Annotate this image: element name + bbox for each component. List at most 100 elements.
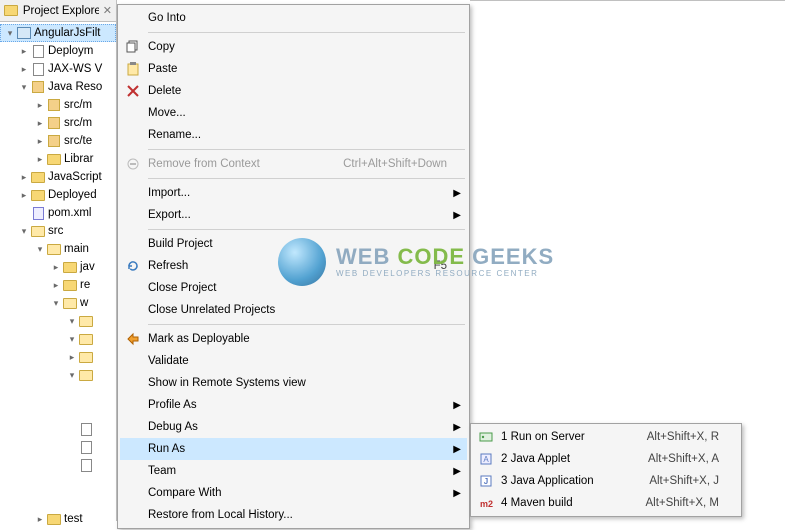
- tree-item[interactable]: ▸re: [0, 276, 116, 294]
- tree-item[interactable]: [0, 474, 116, 492]
- menu-item[interactable]: Compare With▶: [120, 482, 467, 504]
- menu-item[interactable]: Close Project: [120, 277, 467, 299]
- expand-icon[interactable]: ▸: [22, 65, 27, 74]
- tree-item[interactable]: ▸jav: [0, 258, 116, 276]
- expand-icon[interactable]: ▾: [22, 83, 27, 92]
- menu-icon: [120, 504, 146, 526]
- tree-item[interactable]: ▸JAX-WS V: [0, 60, 116, 78]
- menu-icon: [120, 7, 146, 29]
- tree-item[interactable]: pom.xml: [0, 204, 116, 222]
- menu-item[interactable]: Export...▶: [120, 204, 467, 226]
- tree-label: pom.xml: [48, 207, 91, 219]
- expand-icon[interactable]: ▸: [38, 137, 43, 146]
- applet-icon: A: [473, 448, 499, 470]
- submenu-item[interactable]: 1 Run on ServerAlt+Shift+X, R: [473, 426, 739, 448]
- tree-label: Deployed: [48, 189, 97, 201]
- submenu-label: 4 Maven build: [499, 497, 645, 509]
- menu-item[interactable]: Go Into: [120, 7, 467, 29]
- tree-label: Librar: [64, 153, 93, 165]
- tree-item[interactable]: ▸test: [0, 510, 116, 528]
- tree-node-icon: [78, 349, 94, 365]
- tree-item[interactable]: ▸ Deployed: [0, 186, 116, 204]
- expand-icon[interactable]: ▾: [70, 317, 75, 326]
- menu-item[interactable]: Rename...: [120, 124, 467, 146]
- copy-icon: [120, 36, 146, 58]
- tree-item[interactable]: ▸src/te: [0, 132, 116, 150]
- menu-item[interactable]: Run As▶: [120, 438, 467, 460]
- menu-icon: [120, 277, 146, 299]
- expand-icon[interactable]: ▾: [38, 245, 43, 254]
- tree-node-icon: [30, 169, 46, 185]
- project-explorer-tab[interactable]: Project Explorer ✕: [0, 0, 116, 22]
- tree-item[interactable]: ▸Deploym: [0, 42, 116, 60]
- menu-item[interactable]: Mark as Deployable: [120, 328, 467, 350]
- menu-icon: [120, 102, 146, 124]
- tree-item[interactable]: ▸ Librar: [0, 150, 116, 168]
- tree-label: w: [80, 297, 88, 309]
- tree-item[interactable]: ▾src: [0, 222, 116, 240]
- tree-item[interactable]: ▸: [0, 348, 116, 366]
- tree-node-icon: [78, 421, 94, 437]
- submenu-item[interactable]: m24 Maven buildAlt+Shift+X, M: [473, 492, 739, 514]
- menu-label: Run As: [146, 443, 467, 455]
- expand-icon[interactable]: ▾: [54, 299, 59, 308]
- menu-item[interactable]: Move...: [120, 102, 467, 124]
- menu-item[interactable]: Team▶: [120, 460, 467, 482]
- menu-item[interactable]: Build Project: [120, 233, 467, 255]
- tree-item[interactable]: [0, 384, 116, 402]
- tree-node-icon: [78, 493, 94, 509]
- menu-item[interactable]: Paste: [120, 58, 467, 80]
- tree-item[interactable]: [0, 492, 116, 510]
- tree-item[interactable]: [0, 402, 116, 420]
- expand-icon[interactable]: ▸: [38, 155, 43, 164]
- tree-item[interactable]: [0, 456, 116, 474]
- tree-item[interactable]: ▸src/m: [0, 96, 116, 114]
- expand-icon[interactable]: ▸: [22, 47, 27, 56]
- tree-item[interactable]: ▾Java Reso: [0, 78, 116, 96]
- expand-icon[interactable]: ▸: [54, 281, 59, 290]
- expand-icon[interactable]: ▾: [70, 335, 75, 344]
- submenu-accelerator: Alt+Shift+X, R: [647, 431, 739, 443]
- menu-item[interactable]: Close Unrelated Projects: [120, 299, 467, 321]
- tree-item[interactable]: ▾main: [0, 240, 116, 258]
- menu-item[interactable]: Debug As▶: [120, 416, 467, 438]
- tree-node-icon: [46, 115, 62, 131]
- menu-item[interactable]: Restore from Local History...: [120, 504, 467, 526]
- expand-icon[interactable]: ▸: [38, 515, 43, 524]
- chevron-down-icon[interactable]: ▾: [8, 29, 13, 38]
- tree-item[interactable]: [0, 420, 116, 438]
- tree-item[interactable]: ▾w: [0, 294, 116, 312]
- menu-item[interactable]: Validate: [120, 350, 467, 372]
- menu-item[interactable]: Copy: [120, 36, 467, 58]
- expand-icon[interactable]: ▸: [70, 353, 75, 362]
- tree-item[interactable]: ▸src/m: [0, 114, 116, 132]
- expand-icon[interactable]: ▸: [38, 101, 43, 110]
- expand-icon[interactable]: ▸: [22, 173, 27, 182]
- expand-icon[interactable]: ▸: [38, 119, 43, 128]
- editor-area: [470, 0, 785, 420]
- close-icon[interactable]: ✕: [103, 4, 112, 17]
- project-explorer-panel: Project Explorer ✕ ▾ AngularJsFilt ▸Depl…: [0, 0, 117, 521]
- tree-item[interactable]: ▸JavaScript: [0, 168, 116, 186]
- java-icon: J: [473, 470, 499, 492]
- menu-item[interactable]: Show in Remote Systems view: [120, 372, 467, 394]
- tree-item[interactable]: ▾: [0, 330, 116, 348]
- tree-item[interactable]: ▾: [0, 366, 116, 384]
- expand-icon[interactable]: ▸: [54, 263, 59, 272]
- submenu-item[interactable]: J3 Java ApplicationAlt+Shift+X, J: [473, 470, 739, 492]
- menu-icon: [120, 233, 146, 255]
- menu-item[interactable]: Delete: [120, 80, 467, 102]
- menu-item[interactable]: Import...▶: [120, 182, 467, 204]
- navigator-icon: [4, 3, 19, 19]
- expand-icon[interactable]: ▾: [22, 227, 27, 236]
- tree-item[interactable]: ▾: [0, 312, 116, 330]
- submenu-item[interactable]: A2 Java AppletAlt+Shift+X, A: [473, 448, 739, 470]
- expand-icon[interactable]: ▸: [22, 191, 27, 200]
- menu-item[interactable]: Profile As▶: [120, 394, 467, 416]
- tree-label: AngularJsFilt: [34, 27, 100, 39]
- tree-item[interactable]: [0, 438, 116, 456]
- tree-node-icon: [30, 223, 46, 239]
- menu-item[interactable]: RefreshF5: [120, 255, 467, 277]
- expand-icon[interactable]: ▾: [70, 371, 75, 380]
- tree-project-root[interactable]: ▾ AngularJsFilt: [0, 24, 116, 42]
